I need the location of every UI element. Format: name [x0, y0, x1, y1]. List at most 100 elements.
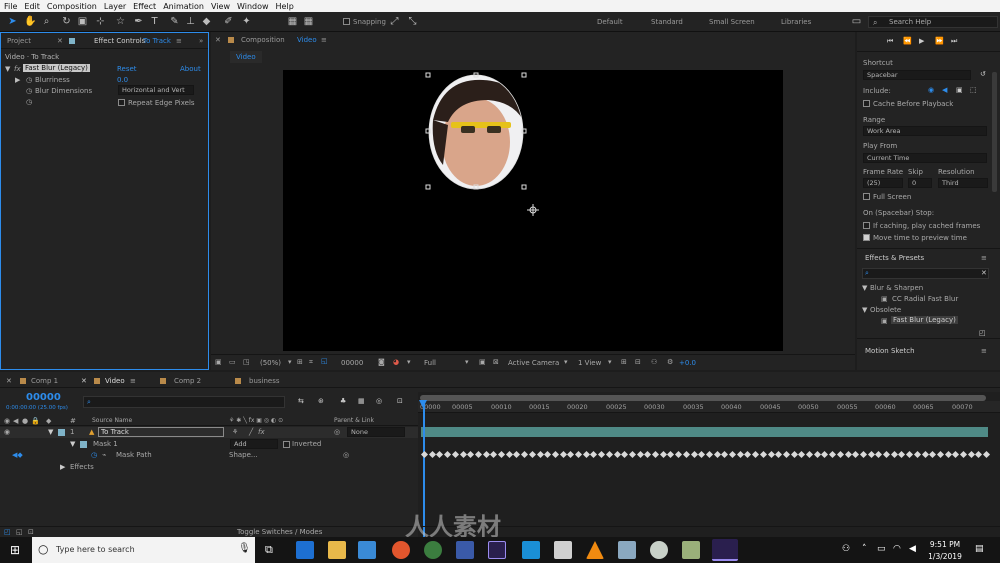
pick-whip-icon[interactable]: ◎	[334, 428, 340, 436]
snap-icon[interactable]: ⤢	[388, 15, 401, 28]
resolution-value[interactable]: Full	[424, 359, 436, 367]
distribute-icon[interactable]: ▦	[302, 15, 315, 28]
vlc-icon[interactable]	[586, 541, 604, 559]
menu-layer[interactable]: Layer	[104, 2, 126, 11]
tray-chevron-icon[interactable]: ˄	[862, 544, 867, 554]
after-effects-active-icon[interactable]	[712, 539, 738, 561]
chrome-icon[interactable]	[424, 541, 442, 559]
effect-expand-icon[interactable]: ▼	[5, 65, 10, 73]
grid-icon[interactable]: ⊞	[297, 358, 303, 366]
tab-video[interactable]: Video	[105, 374, 125, 388]
fx-icon[interactable]: fx	[14, 65, 21, 73]
expand-panels-icon[interactable]: »	[199, 33, 203, 49]
fast-previews-icon[interactable]: ▣	[479, 358, 486, 366]
edge-icon[interactable]	[296, 541, 314, 559]
collapse-switch-icon[interactable]: ⚘	[232, 428, 238, 436]
anchor-point-icon[interactable]	[527, 204, 539, 216]
effects-expand-icon[interactable]: ▶	[60, 463, 65, 471]
last-frame-icon[interactable]: ⏭	[951, 37, 957, 46]
exposure-value[interactable]: +0.0	[679, 359, 696, 367]
effect-item-cc-radial[interactable]: CC Radial Fast Blur	[892, 295, 958, 303]
workspace-standard[interactable]: Standard	[651, 18, 683, 26]
view-layout-value[interactable]: 1 View	[578, 359, 601, 367]
roto-brush-tool-icon[interactable]: ✐	[222, 15, 235, 28]
fx-switch-icon[interactable]: fx	[258, 428, 265, 436]
composition-subtab[interactable]: Video	[230, 51, 262, 63]
composition-tab-prefix[interactable]: Composition	[241, 32, 285, 48]
chevron-down-icon[interactable]: ▾	[564, 358, 568, 366]
layer-label-color[interactable]	[58, 429, 65, 436]
show-channel-icon[interactable]: ◕	[393, 358, 399, 366]
snap-options-icon[interactable]: ⤡	[406, 15, 419, 28]
draft-3d-icon[interactable]: ⊛	[318, 397, 324, 405]
source-name-header[interactable]: Source Name	[92, 417, 132, 424]
mask-handle[interactable]	[425, 184, 431, 190]
frame-blending-icon[interactable]: ▦	[358, 397, 365, 405]
in-out-icon[interactable]: ⊡	[28, 528, 34, 536]
mask-color-icon[interactable]	[80, 441, 87, 448]
store-icon[interactable]	[358, 541, 376, 559]
menu-help[interactable]: Help	[276, 2, 294, 11]
if-caching-checkbox[interactable]	[863, 222, 870, 229]
stopwatch-icon[interactable]: ◷	[26, 87, 32, 95]
wifi-icon[interactable]: ◠	[893, 544, 901, 554]
mask-name[interactable]: Mask 1	[93, 440, 118, 448]
transparency-grid-icon[interactable]: ◱	[321, 357, 328, 365]
skip-dropdown[interactable]: 0	[908, 178, 932, 188]
workspace-small-screen[interactable]: Small Screen	[709, 18, 755, 26]
pan-behind-tool-icon[interactable]: ⊹	[94, 15, 107, 28]
resolution-dropdown[interactable]: Third	[938, 178, 988, 188]
windows-start-icon[interactable]: ⊞	[10, 543, 20, 557]
layer-expand-icon[interactable]: ▼	[48, 428, 53, 436]
snapping-checkbox[interactable]	[343, 18, 350, 25]
mask-handle[interactable]	[521, 184, 527, 190]
camera-view-value[interactable]: Active Camera	[508, 359, 559, 367]
app-icon[interactable]	[522, 541, 540, 559]
effect-name[interactable]: Fast Blur (Legacy)	[23, 64, 90, 72]
taskbar-search-box[interactable]: ○ Type here to search 🎙	[32, 537, 255, 563]
hand-tool-icon[interactable]: ✋	[24, 15, 37, 28]
mask-tool-icon[interactable]: ☆	[114, 15, 127, 28]
menu-animation[interactable]: Animation	[163, 2, 204, 11]
search-help-field[interactable]: ⌕ Search Help	[868, 16, 998, 28]
menu-window[interactable]: Window	[237, 2, 269, 11]
include-audio-icon[interactable]: ◀	[942, 86, 947, 94]
parent-link-header[interactable]: Parent & Link	[334, 417, 374, 424]
graph-icon[interactable]: ⌁	[102, 451, 106, 459]
workspace-menu-icon[interactable]: ▭	[850, 15, 863, 28]
battery-icon[interactable]: ▭	[877, 544, 886, 554]
previous-frame-icon[interactable]: ⏪	[903, 37, 912, 45]
panel-menu-icon[interactable]: ≡	[981, 254, 987, 262]
app-icon[interactable]	[650, 541, 668, 559]
microphone-icon[interactable]: 🎙	[238, 543, 251, 554]
exposure-reset-icon[interactable]: ⚙	[667, 358, 673, 366]
effect-reset-link[interactable]: Reset	[117, 65, 137, 73]
mask-mode-dropdown[interactable]: Add	[230, 439, 278, 449]
after-effects-icon[interactable]	[488, 541, 506, 559]
close-tab-icon[interactable]: ✕	[6, 377, 12, 385]
composition-tab-name[interactable]: Video	[297, 32, 317, 48]
effects-label[interactable]: Effects	[70, 463, 94, 471]
eraser-tool-icon[interactable]: ◆	[200, 15, 213, 28]
align-icon[interactable]: ▦	[286, 15, 299, 28]
mask-handle[interactable]	[425, 72, 431, 78]
camera-tool-icon[interactable]: ▣	[76, 15, 89, 28]
task-view-icon[interactable]: ⧉	[265, 543, 273, 557]
stopwatch-icon[interactable]: ◷	[26, 76, 32, 84]
panel-menu-icon[interactable]: ≡	[130, 377, 136, 385]
close-tab-icon[interactable]: ✕	[215, 32, 221, 48]
magnification-value[interactable]: (50%)	[260, 359, 281, 367]
include-video-icon[interactable]: ◉	[928, 86, 934, 94]
include-layer-controls-icon[interactable]: ⬚	[970, 86, 977, 94]
blurriness-expand-icon[interactable]: ▶	[15, 76, 20, 84]
mask-visibility-icon[interactable]: ◳	[243, 358, 250, 366]
toggle-transparency-icon[interactable]: ⊠	[493, 358, 499, 366]
menu-file[interactable]: File	[4, 2, 17, 11]
workspace-libraries[interactable]: Libraries	[781, 18, 811, 26]
group-expand-icon[interactable]: ▼	[862, 306, 867, 314]
effects-search-input[interactable]: ⌕ ✕	[862, 268, 989, 279]
app-icon[interactable]	[682, 541, 700, 559]
clone-stamp-tool-icon[interactable]: ⊥	[184, 15, 197, 28]
panel-menu-icon[interactable]: ≡	[981, 347, 987, 355]
group-expand-icon[interactable]: ▼	[862, 284, 867, 292]
